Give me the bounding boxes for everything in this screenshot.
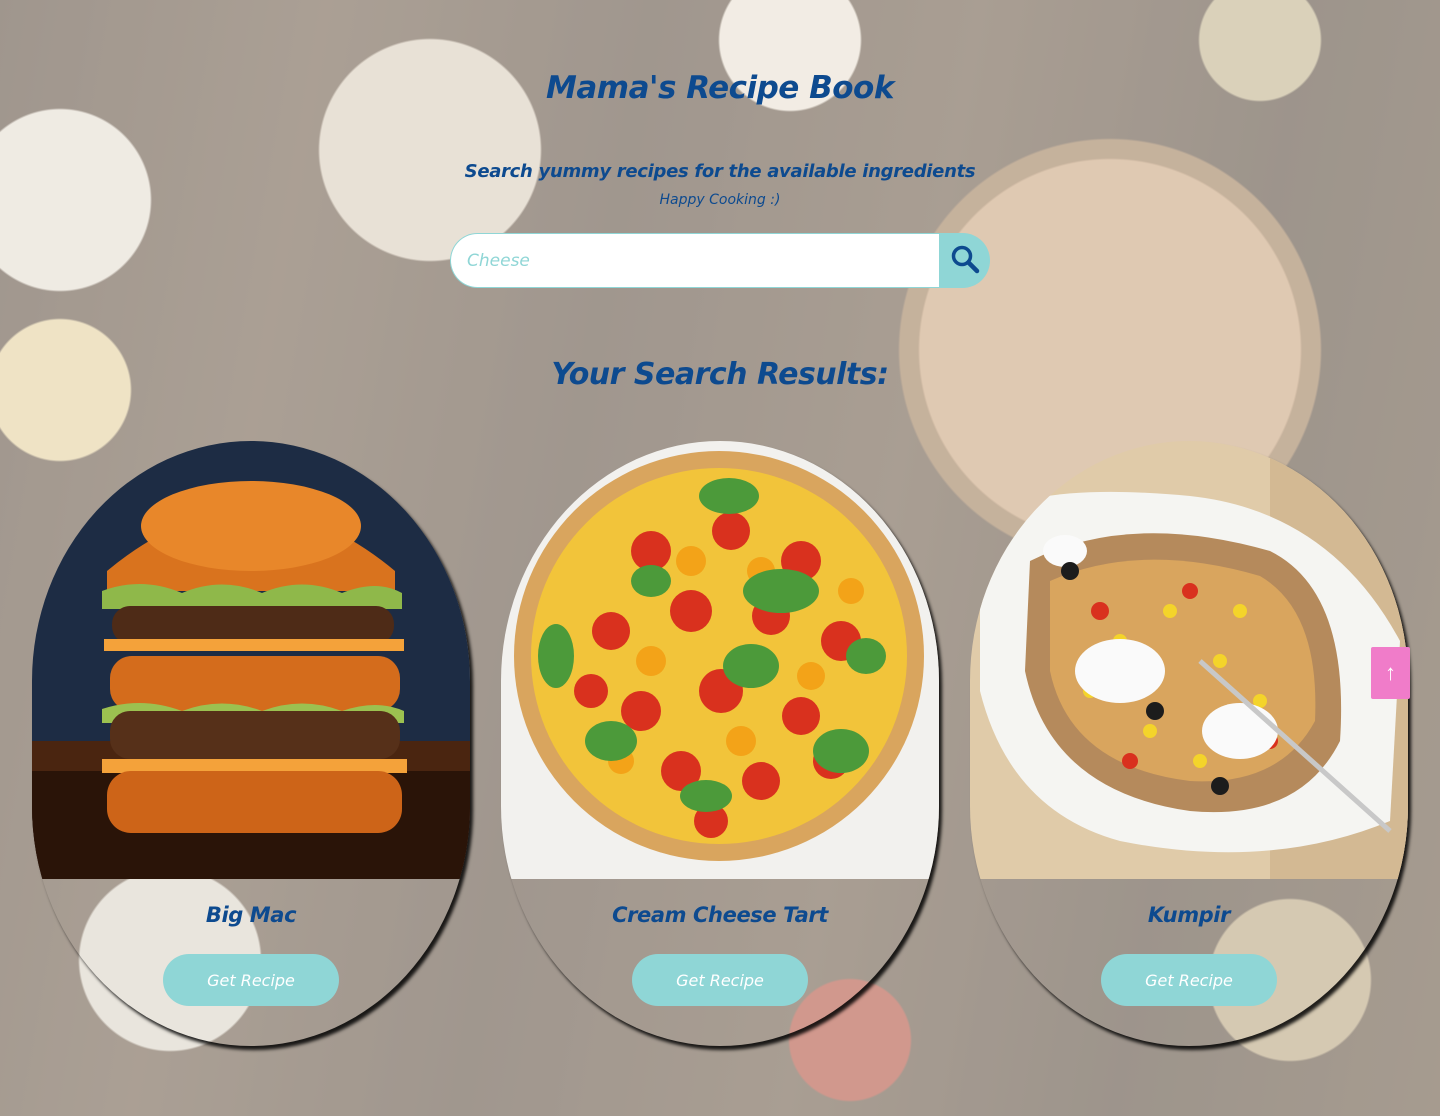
- recipe-card: Cream Cheese Tart Get Recipe: [501, 441, 939, 1046]
- scroll-to-top-button[interactable]: ↑: [1371, 647, 1410, 699]
- app-title: Mama's Recipe Book: [546, 70, 894, 106]
- search-form: [450, 233, 990, 288]
- tagline: Search yummy recipes for the available i…: [464, 161, 976, 182]
- page: Mama's Recipe Book Search yummy recipes …: [0, 0, 1440, 1116]
- results-heading: Your Search Results:: [551, 357, 889, 392]
- recipe-name: Kumpir: [1147, 903, 1231, 927]
- search-icon: [950, 244, 980, 277]
- search-button[interactable]: [939, 233, 990, 288]
- recipe-card: Kumpir Get Recipe: [970, 441, 1408, 1046]
- baked-potato-image: [970, 441, 1408, 879]
- recipe-card: Big Mac Get Recipe: [32, 441, 470, 1046]
- tomato-tart-image: [501, 441, 939, 879]
- get-recipe-button[interactable]: Get Recipe: [163, 954, 339, 1006]
- get-recipe-button[interactable]: Get Recipe: [632, 954, 808, 1006]
- get-recipe-button[interactable]: Get Recipe: [1101, 954, 1277, 1006]
- arrow-up-icon: ↑: [1385, 660, 1396, 685]
- recipe-name: Cream Cheese Tart: [612, 903, 828, 927]
- recipe-name: Big Mac: [205, 903, 297, 927]
- burger-image: [32, 441, 470, 879]
- sub-tagline: Happy Cooking :): [659, 192, 781, 208]
- search-input[interactable]: [450, 233, 940, 288]
